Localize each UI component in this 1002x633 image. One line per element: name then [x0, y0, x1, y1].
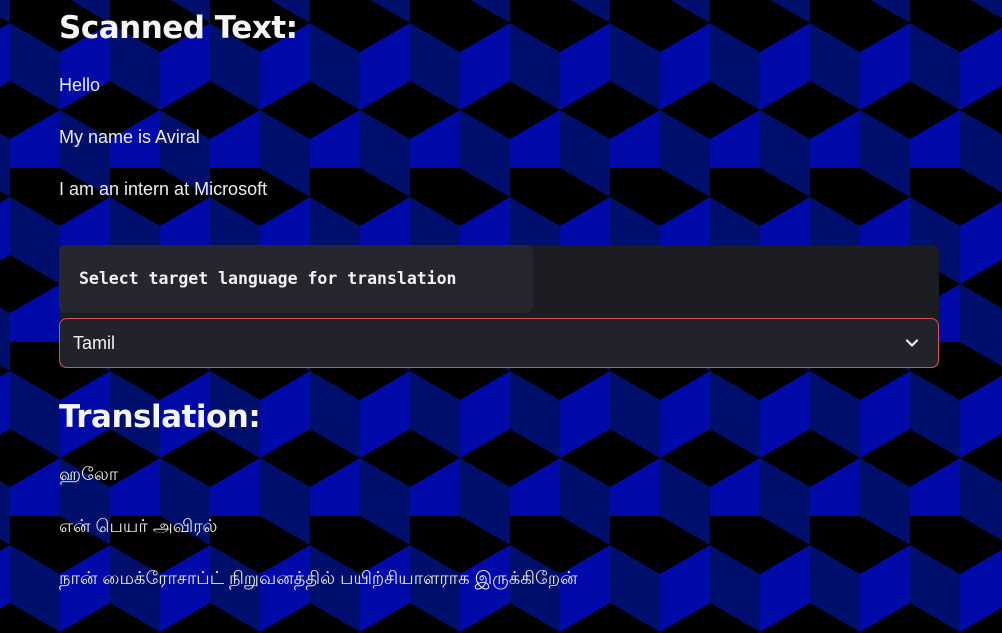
translation-line: என் பெயர் அவிரல்	[59, 516, 218, 536]
language-select-label-box: Select target language for translation	[59, 245, 533, 313]
language-select-value: Tamil	[73, 333, 116, 353]
language-select-dropdown[interactable]: Tamil	[59, 318, 939, 368]
scanned-line: I am an intern at Microsoft	[59, 179, 268, 199]
scanned-line: Hello	[59, 75, 101, 95]
translation-line: நான் மைக்ரோசாப்ட் நிறுவனத்தில் பயிற்சியா…	[59, 568, 578, 588]
translation-line: ஹலோ	[59, 464, 119, 484]
language-select-label: Select target language for translation	[79, 269, 457, 288]
scanned-text-heading: Scanned Text:	[59, 10, 298, 46]
language-select-panel: Select target language for translation T…	[59, 245, 939, 368]
chevron-down-icon	[905, 339, 919, 347]
translation-heading: Translation:	[59, 399, 261, 435]
scanned-line: My name is Aviral	[59, 127, 200, 147]
